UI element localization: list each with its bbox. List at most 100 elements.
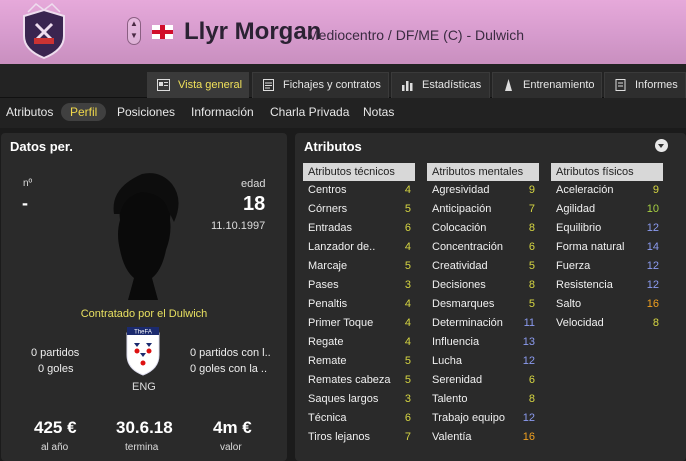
reports-icon [615, 79, 626, 91]
attribute-name: Decisiones [432, 279, 486, 291]
attribute-value: 6 [404, 412, 411, 424]
attribute-row[interactable]: Marcaje 5 [303, 257, 415, 276]
attribute-row[interactable]: Regate 4 [303, 333, 415, 352]
attribute-name: Marcaje [308, 260, 348, 272]
england-fa-badge-icon: TheFA [126, 327, 160, 376]
attribute-value: 9 [528, 184, 535, 196]
tab-fichajes-contratos[interactable]: Fichajes y contratos [252, 72, 389, 98]
attribute-row[interactable]: Colocación 8 [427, 219, 539, 238]
attribute-row[interactable]: Pases 3 [303, 276, 415, 295]
attribute-value: 8 [528, 222, 535, 234]
wage-value: 425 € [34, 418, 77, 437]
attribute-row[interactable]: Trabajo equipo 12 [427, 409, 539, 428]
attribute-row[interactable]: Valentía 16 [427, 428, 539, 447]
attribute-value: 7 [528, 203, 535, 215]
physical-attributes-column: Atributos físicos Aceleración 9 Agilidad 10… [551, 163, 663, 333]
subnav-atributos[interactable]: Atributos [6, 105, 53, 119]
attribute-row[interactable]: Tiros lejanos 7 [303, 428, 415, 447]
attribute-value: 16 [522, 431, 535, 443]
chevron-down-icon[interactable] [655, 139, 668, 152]
attribute-name: Determinación [432, 317, 503, 329]
attribute-row[interactable]: Lanzador de.. 4 [303, 238, 415, 257]
attribute-row[interactable]: Desmarques 5 [427, 295, 539, 314]
attribute-name: Remate [308, 355, 347, 367]
attribute-value: 10 [646, 203, 659, 215]
attribute-row[interactable]: Creatividad 5 [427, 257, 539, 276]
club-apps: 0 partidos [31, 347, 80, 359]
club-crest-icon [23, 3, 65, 60]
technical-attributes-column: Atributos técnicos Centros 4 Córners 5 Entra… [303, 163, 415, 447]
attribute-row[interactable]: Agilidad 10 [551, 200, 663, 219]
number-value: - [22, 193, 28, 213]
attribute-row[interactable]: Agresividad 9 [427, 181, 539, 200]
attribute-row[interactable]: Determinación 11 [427, 314, 539, 333]
attribute-value: 14 [646, 241, 659, 253]
attribute-name: Primer Toque [308, 317, 374, 329]
attribute-row[interactable]: Concentración 6 [427, 238, 539, 257]
attribute-row[interactable]: Resistencia 12 [551, 276, 663, 295]
attribute-value: 3 [404, 393, 411, 405]
attribute-value: 5 [404, 374, 411, 386]
attribute-row[interactable]: Equilibrio 12 [551, 219, 663, 238]
tab-label: Informes [635, 79, 678, 91]
international-goals: 0 goles con la .. [190, 363, 268, 375]
attribute-row[interactable]: Penaltis 4 [303, 295, 415, 314]
subnav-notas[interactable]: Notas [363, 105, 394, 119]
subnav-posiciones[interactable]: Posiciones [117, 105, 175, 119]
attribute-row[interactable]: Aceleración 9 [551, 181, 663, 200]
tab-vista-general[interactable]: Vista general [147, 72, 249, 98]
player-switch-stepper[interactable]: ▲ ▼ [127, 17, 141, 45]
attribute-row[interactable]: Saques largos 3 [303, 390, 415, 409]
attribute-row[interactable]: Remates cabeza 5 [303, 371, 415, 390]
international-apps: 0 partidos con l.. [190, 347, 271, 359]
attribute-name: Colocación [432, 222, 487, 234]
attribute-name: Equilibrio [556, 222, 602, 234]
attribute-row[interactable]: Velocidad 8 [551, 314, 663, 333]
attribute-value: 5 [528, 298, 535, 310]
contract-expiry-label: termina [125, 442, 159, 453]
attribute-row[interactable]: Remate 5 [303, 352, 415, 371]
tab-bar: Vista general Fichajes y contratos Estad… [0, 64, 686, 98]
attribute-row[interactable]: Lucha 12 [427, 352, 539, 371]
attribute-value: 4 [404, 298, 411, 310]
attribute-name: Trabajo equipo [432, 412, 505, 424]
attribute-row[interactable]: Influencia 13 [427, 333, 539, 352]
attribute-row[interactable]: Centros 4 [303, 181, 415, 200]
subnav-perfil[interactable]: Perfil [61, 103, 107, 121]
attribute-row[interactable]: Salto 16 [551, 295, 663, 314]
contract-icon [263, 79, 274, 91]
attribute-value: 8 [652, 317, 659, 329]
attribute-row[interactable]: Técnica 6 [303, 409, 415, 428]
subnav-charla-privada[interactable]: Charla Privada [270, 105, 349, 119]
attribute-row[interactable]: Entradas 6 [303, 219, 415, 238]
attribute-value: 12 [646, 222, 659, 234]
tab-label: Estadísticas [422, 79, 482, 91]
attribute-row[interactable]: Anticipación 7 [427, 200, 539, 219]
tab-entrenamiento[interactable]: Entrenamiento [492, 72, 602, 98]
attribute-value: 12 [522, 412, 535, 424]
tab-informes[interactable]: Informes [604, 72, 686, 98]
attribute-name: Técnica [308, 412, 347, 424]
player-name: Llyr Morgan [184, 18, 322, 45]
attribute-row[interactable]: Córners 5 [303, 200, 415, 219]
attribute-row[interactable]: Forma natural 14 [551, 238, 663, 257]
attribute-row[interactable]: Decisiones 8 [427, 276, 539, 295]
attribute-name: Centros [308, 184, 347, 196]
attribute-row[interactable]: Primer Toque 4 [303, 314, 415, 333]
training-icon [505, 79, 512, 91]
attribute-row[interactable]: Talento 8 [427, 390, 539, 409]
attribute-row[interactable]: Serenidad 6 [427, 371, 539, 390]
attribute-value: 5 [404, 355, 411, 367]
badge-text: TheFA [134, 330, 152, 336]
age-label: edad [241, 178, 266, 190]
subnav-informacion[interactable]: Información [191, 105, 254, 119]
attribute-name: Tiros lejanos [308, 431, 370, 443]
attribute-row[interactable]: Fuerza 12 [551, 257, 663, 276]
attributes-panel: Atributos Atributos técnicos Centros 4 Cór… [295, 133, 686, 461]
attribute-value: 4 [404, 184, 411, 196]
attribute-value: 8 [528, 393, 535, 405]
tab-estadisticas[interactable]: Estadísticas [391, 72, 490, 98]
attribute-value: 5 [404, 203, 411, 215]
nation-code: ENG [132, 381, 156, 393]
attribute-name: Córners [308, 203, 348, 215]
